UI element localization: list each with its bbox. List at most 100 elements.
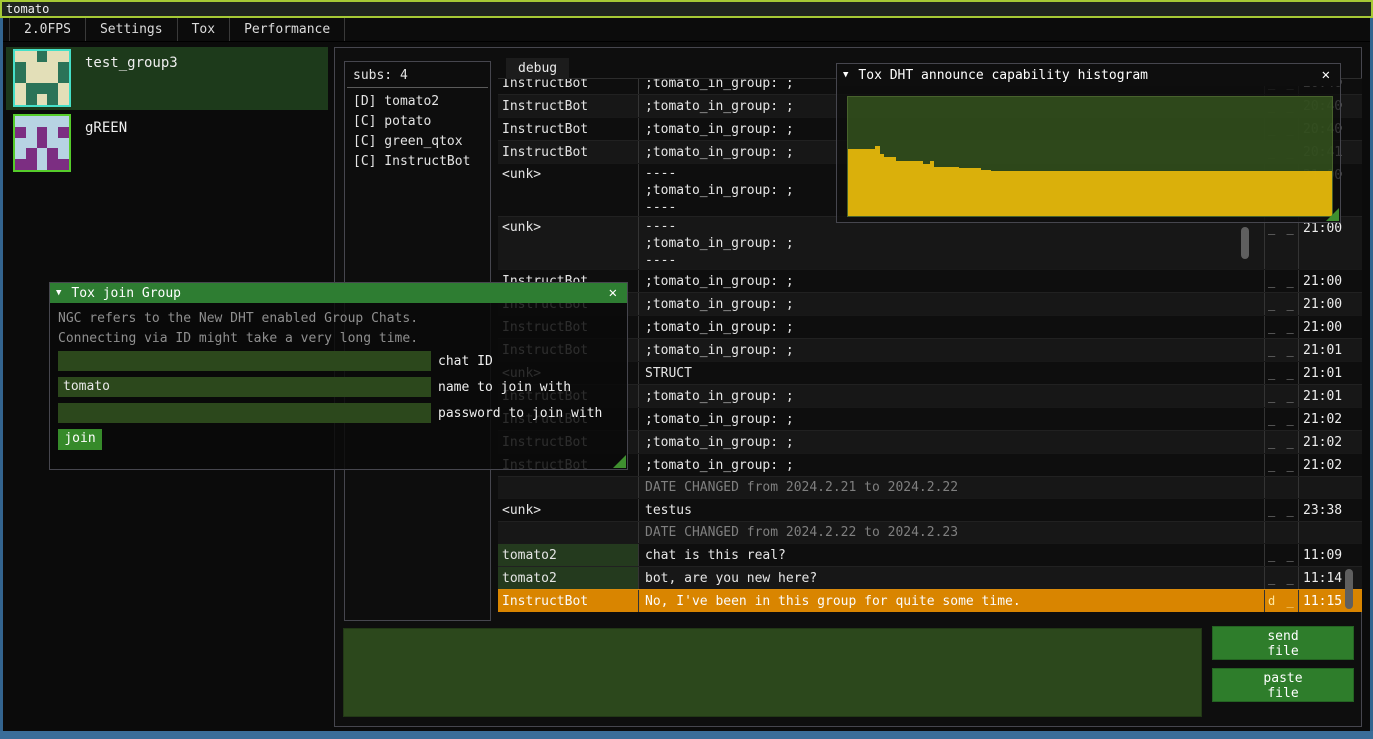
avatar-pixel: [58, 51, 69, 62]
avatar-pixel: [26, 159, 37, 170]
message-text: DATE CHANGED from 2024.2.21 to 2024.2.22: [638, 477, 1264, 498]
member-list: [D] tomato2[C] potato[C] green_qtox[C] I…: [345, 92, 490, 172]
message-input[interactable]: [343, 628, 1202, 717]
histogram-bar-segment: [848, 149, 875, 216]
delivery-marks: _ _: [1264, 362, 1298, 384]
scrollbar-gutter: [1350, 499, 1362, 521]
group-name-label: gREEN: [85, 120, 127, 175]
scrollbar-gutter: [1350, 362, 1362, 384]
avatar-pixel: [58, 83, 69, 94]
message-text: bot, are you new here?: [638, 567, 1264, 589]
join-button[interactable]: join: [58, 429, 102, 450]
avatar-pixel: [58, 73, 69, 84]
delivery-marks: _ _: [1264, 385, 1298, 407]
close-icon[interactable]: ✕: [605, 285, 621, 301]
avatar-pixel: [26, 127, 37, 138]
message-row[interactable]: <unk>testus_ _23:38: [498, 498, 1362, 521]
message-line: ;tomato_in_group: ;: [645, 388, 1264, 405]
sender-name: InstructBot: [498, 118, 638, 140]
avatar-pixel: [47, 159, 58, 170]
sender-name: InstructBot: [498, 79, 638, 94]
join-password-field[interactable]: [58, 403, 431, 423]
message-text: ;tomato_in_group: ;: [638, 408, 1264, 430]
timestamp: 21:01: [1298, 385, 1350, 407]
menu-bar: 2.0FPSSettingsToxPerformance: [3, 18, 1370, 42]
date-changed-row[interactable]: DATE CHANGED from 2024.2.22 to 2024.2.23: [498, 521, 1362, 543]
menu-item-performance[interactable]: Performance: [230, 18, 345, 41]
member-row-potato[interactable]: [C] potato: [345, 112, 490, 132]
sender-name: tomato2: [498, 567, 638, 589]
scrollbar-gutter: [1350, 385, 1362, 407]
menu-item-settings[interactable]: Settings: [86, 18, 178, 41]
member-row-instructbot[interactable]: [C] InstructBot: [345, 152, 490, 172]
delivery-marks: _ _: [1264, 408, 1298, 430]
message-row[interactable]: tomato2chat is this real?_ _11:09: [498, 543, 1362, 566]
scrollbar-gutter: [1350, 217, 1362, 269]
avatar-pixel: [15, 159, 26, 170]
join-field-row: password to join with: [58, 403, 602, 423]
menu-item-tox[interactable]: Tox: [178, 18, 230, 41]
join-field-row: chat ID: [58, 351, 493, 371]
dht-histogram-window: ▼ Tox DHT announce capability histogram …: [836, 63, 1341, 223]
collapse-caret-icon[interactable]: ▼: [843, 70, 848, 80]
avatar-pixel: [37, 116, 48, 127]
sidebar-item-test_group3[interactable]: test_group3: [6, 47, 328, 110]
paste-file-label-line: paste: [1213, 671, 1353, 686]
scrollbar-gutter: [1350, 79, 1362, 94]
avatar-pixel: [15, 94, 26, 105]
delivery-marks: [1264, 477, 1298, 498]
avatar-pixel: [58, 127, 69, 138]
scrollbar-gutter: [1350, 293, 1362, 315]
chat-id-field[interactable]: [58, 351, 431, 371]
date-changed-row[interactable]: DATE CHANGED from 2024.2.21 to 2024.2.22: [498, 476, 1362, 498]
avatar-pixel: [15, 148, 26, 159]
window-titlebar[interactable]: tomato: [0, 0, 1373, 18]
close-icon[interactable]: ✕: [1318, 67, 1334, 83]
avatar-pixel: [26, 62, 37, 73]
paste-file-label-line: file: [1213, 686, 1353, 701]
avatar-pixel: [15, 51, 26, 62]
subs-separator: [347, 87, 488, 88]
dht-histogram-titlebar[interactable]: ▼ Tox DHT announce capability histogram …: [837, 64, 1340, 86]
sidebar-item-green[interactable]: gREEN: [6, 112, 328, 175]
tab-debug[interactable]: debug: [506, 58, 569, 79]
message-text: ;tomato_in_group: ;: [638, 454, 1264, 476]
avatar-pixel: [47, 138, 58, 149]
message-text: ;tomato_in_group: ;: [638, 270, 1264, 292]
member-row-green_qtox[interactable]: [C] green_qtox: [345, 132, 490, 152]
message-line: ----: [645, 252, 1264, 269]
avatar-pixel: [26, 138, 37, 149]
message-text: ;tomato_in_group: ;: [638, 431, 1264, 453]
member-row-tomato2[interactable]: [D] tomato2: [345, 92, 490, 112]
chat-outer-scrollbar[interactable]: [1345, 569, 1353, 609]
message-row[interactable]: InstructBotNo, I've been in this group f…: [498, 589, 1362, 612]
message-row[interactable]: <unk>----;tomato_in_group: ;----_ _21:00: [498, 216, 1362, 269]
avatar-pixel: [37, 159, 48, 170]
message-line: ;tomato_in_group: ;: [645, 273, 1264, 290]
collapse-caret-icon[interactable]: ▼: [56, 288, 61, 298]
sender-name: [498, 522, 638, 543]
message-line: ;tomato_in_group: ;: [645, 457, 1264, 474]
fps-counter: 2.0FPS: [9, 18, 86, 41]
avatar-pixel: [37, 127, 48, 138]
chat-inner-scrollbar[interactable]: [1241, 227, 1249, 259]
resize-grip[interactable]: [613, 455, 626, 468]
send-file-button[interactable]: sendfile: [1212, 626, 1354, 660]
message-line: ;tomato_in_group: ;: [645, 319, 1264, 336]
histogram-bar-segment: [959, 168, 981, 216]
avatar-pixel: [26, 94, 37, 105]
resize-grip[interactable]: [1326, 208, 1339, 221]
message-text: STRUCT: [638, 362, 1264, 384]
subs-count-label: subs: 4: [345, 62, 490, 87]
scrollbar-gutter: [1350, 164, 1362, 216]
avatar-pixel: [58, 148, 69, 159]
window-border-left: [0, 18, 3, 731]
join-group-titlebar[interactable]: ▼ Tox join Group ✕: [50, 283, 627, 303]
message-row[interactable]: tomato2bot, are you new here?_ _11:14: [498, 566, 1362, 589]
delivery-marks: _ _: [1264, 270, 1298, 292]
join-group-window: ▼ Tox join Group ✕ NGC refers to the New…: [49, 282, 628, 470]
join-name-field[interactable]: tomato: [58, 377, 431, 397]
paste-file-button[interactable]: pastefile: [1212, 668, 1354, 702]
scrollbar-gutter: [1350, 118, 1362, 140]
timestamp: 11:15: [1298, 590, 1350, 612]
